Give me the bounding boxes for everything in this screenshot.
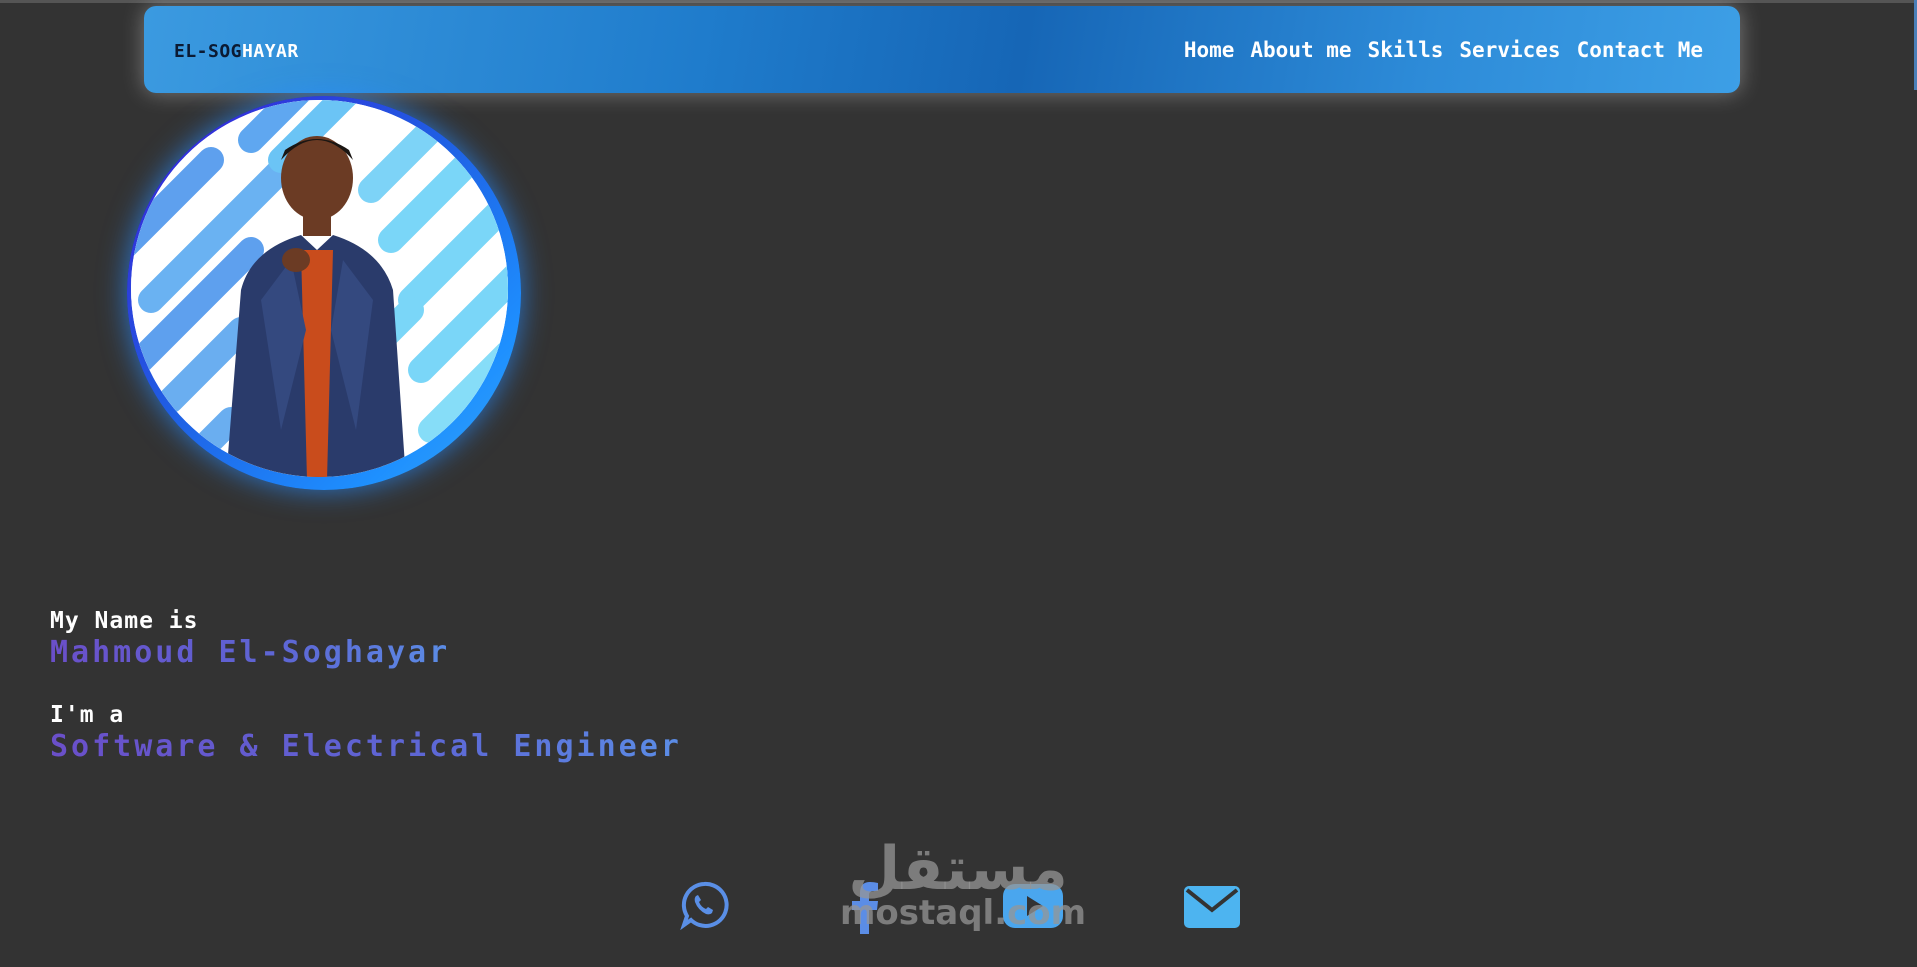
window-top-strip [0,0,1917,3]
logo-text-dark: EL-SOG [174,41,243,62]
name-label: My Name is [50,608,199,634]
logo-text-light: HAYAR [242,41,299,62]
nav-skills[interactable]: Skills [1368,38,1444,62]
person-role: Software & Electrical Engineer [50,729,682,764]
nav-services[interactable]: Services [1459,38,1560,62]
whatsapp-icon[interactable] [679,880,729,934]
intro-section: My Name is Mahmoud El-Soghayar I'm a Sof… [50,606,682,764]
navbar: EL-SOGHAYAR Home About me Skills Service… [144,6,1740,93]
youtube-icon[interactable] [1003,884,1063,932]
profile-photo [131,100,508,477]
nav-about[interactable]: About me [1250,38,1351,62]
site-logo[interactable]: EL-SOGHAYAR [174,41,299,62]
profile-photo-ring [127,96,521,490]
email-icon[interactable] [1184,886,1240,932]
facebook-icon[interactable] [849,878,881,938]
person-portrait-icon [131,100,508,477]
role-label: I'm a [50,702,125,728]
nav-links: Home About me Skills Services Contact Me [1184,38,1703,62]
nav-contact[interactable]: Contact Me [1577,38,1703,62]
person-name: Mahmoud El-Soghayar [50,635,451,670]
nav-home[interactable]: Home [1184,38,1235,62]
